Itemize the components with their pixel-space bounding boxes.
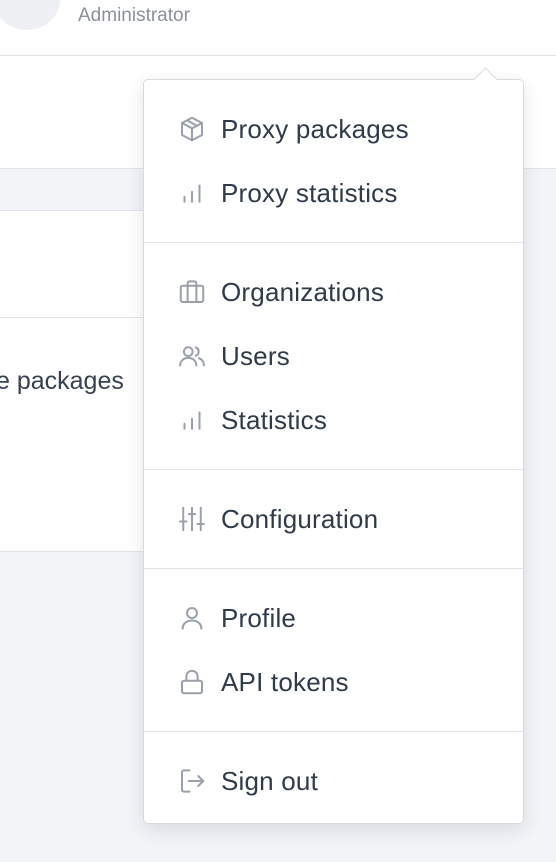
menu-item-configuration[interactable]: Configuration: [144, 487, 523, 551]
menu-item-sign-out[interactable]: Sign out: [144, 749, 523, 813]
users-icon: [175, 339, 209, 373]
menu-item-proxy-statistics[interactable]: Proxy statistics: [144, 161, 523, 225]
menu-group-proxy: Proxy packages Proxy statistics: [144, 80, 523, 243]
menu-item-label: Configuration: [221, 503, 379, 534]
bar-chart-icon: [175, 403, 209, 437]
menu-group-account: Profile API tokens: [144, 569, 523, 732]
menu-item-organizations[interactable]: Organizations: [144, 260, 523, 324]
sign-out-icon: [175, 764, 209, 798]
menu-group-admin: Organizations Users Statistics: [144, 243, 523, 470]
briefcase-icon: [175, 275, 209, 309]
menu-item-label: API tokens: [221, 666, 349, 697]
menu-item-label: Proxy packages: [221, 113, 409, 144]
menu-item-label: Profile: [221, 602, 297, 633]
menu-group-session: Sign out: [144, 732, 523, 830]
menu-item-profile[interactable]: Profile: [144, 586, 523, 650]
menu-item-label: Statistics: [221, 404, 328, 435]
lock-icon: [175, 665, 209, 699]
menu-item-proxy-packages[interactable]: Proxy packages: [144, 97, 523, 161]
menu-item-label: Proxy statistics: [221, 177, 398, 208]
menu-item-label: Users: [221, 340, 290, 371]
sliders-icon: [175, 502, 209, 536]
user-icon: [175, 601, 209, 635]
package-icon: [175, 112, 209, 146]
menu-item-statistics[interactable]: Statistics: [144, 388, 523, 452]
menu-item-label: Organizations: [221, 276, 385, 307]
user-dropdown-menu: Proxy packages Proxy statistics Organiza…: [143, 67, 524, 824]
menu-item-label: Sign out: [221, 765, 319, 796]
user-role: Administrator: [78, 5, 190, 26]
menu-item-users[interactable]: Users: [144, 324, 523, 388]
panel-text: e packages: [0, 367, 124, 395]
avatar[interactable]: [0, 0, 60, 30]
top-header: Administrator: [0, 0, 556, 56]
menu-item-api-tokens[interactable]: API tokens: [144, 650, 523, 714]
bar-chart-icon: [175, 176, 209, 210]
menu-group-config: Configuration: [144, 470, 523, 569]
